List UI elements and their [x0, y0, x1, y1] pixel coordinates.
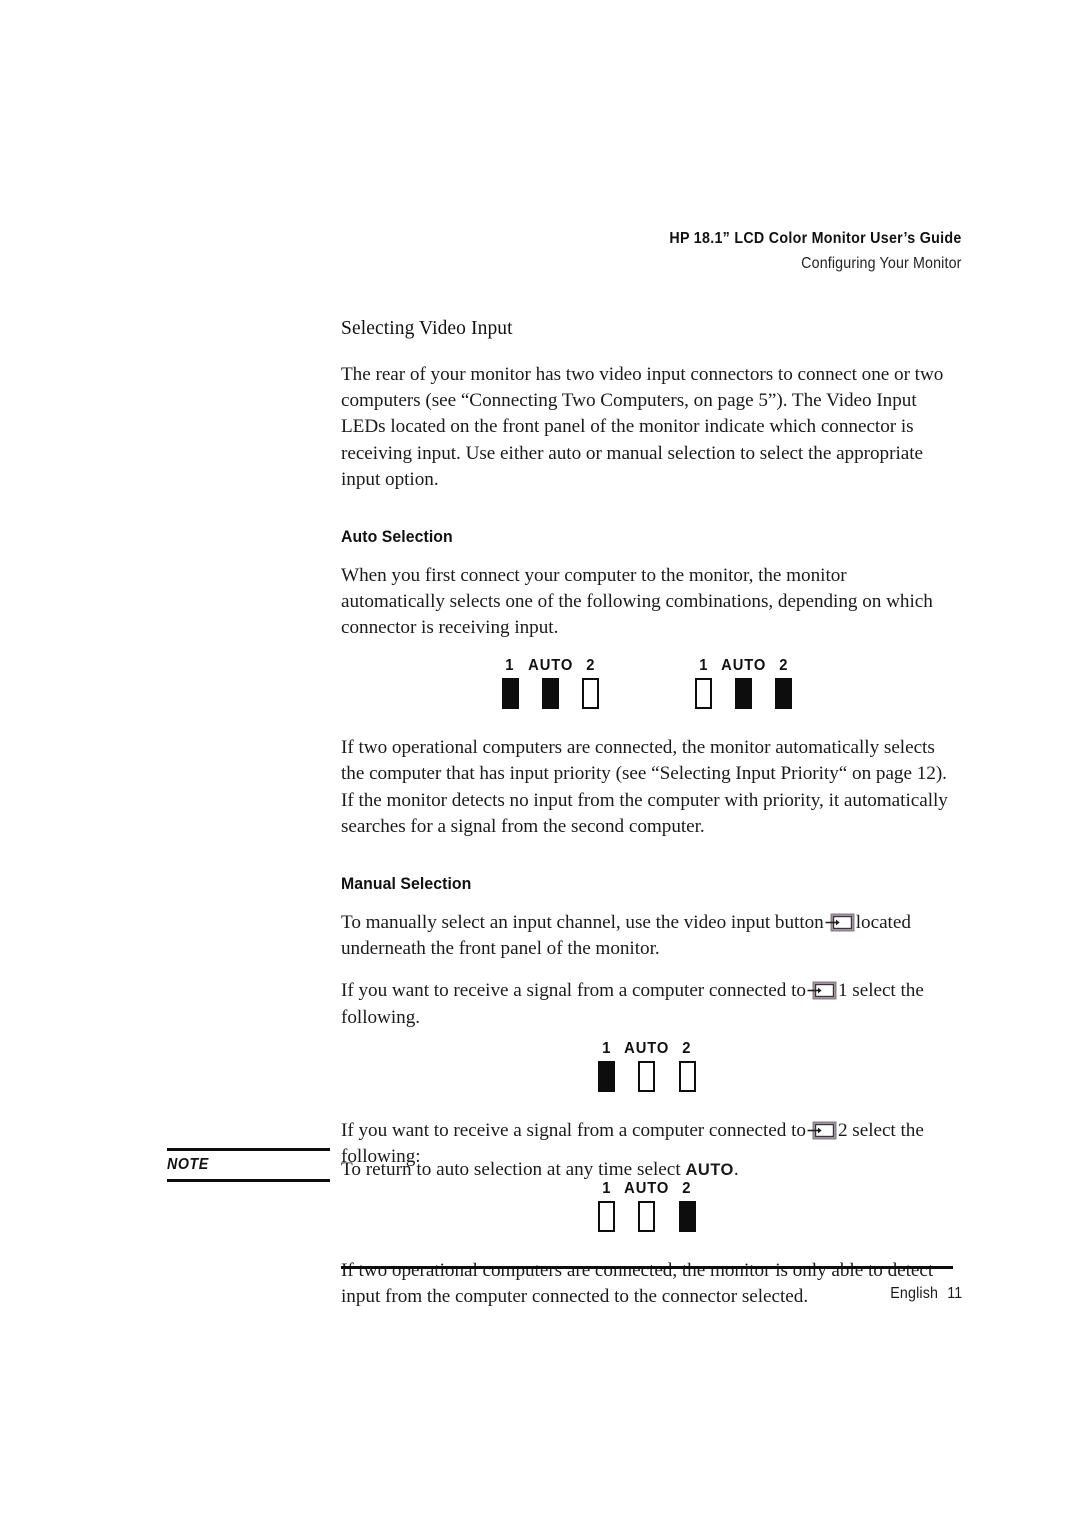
led-label-2: 2 — [779, 656, 789, 674]
led-diagram-auto-combination-a: 1 AUTO 2 — [501, 656, 599, 710]
led-indicator-auto — [638, 1061, 656, 1093]
led-indicator-1 — [598, 1201, 616, 1233]
note-text-after: . — [733, 1159, 739, 1180]
led-cell-1: 1 — [501, 656, 519, 710]
led-indicator-1 — [695, 678, 712, 710]
led-label-auto: AUTO — [624, 1039, 670, 1057]
note-callout: NOTE — [167, 1148, 330, 1183]
video-input-connector-icon — [807, 981, 837, 1000]
led-indicator-auto — [638, 1201, 656, 1233]
led-cell-2: 2 — [678, 1181, 696, 1233]
led-indicator-1 — [598, 1061, 616, 1093]
led-cell-auto: AUTO — [527, 658, 574, 710]
intro-paragraph: The rear of your monitor has two video i… — [341, 364, 944, 490]
led-diagram-manual-connector-1: 1 AUTO 2 — [598, 1039, 696, 1093]
led-label-auto: AUTO — [527, 656, 573, 674]
led-indicator-2 — [775, 678, 793, 710]
led-indicator-auto — [541, 678, 559, 710]
manual-connector-1-led-diagram-row: 1 AUTO 2 — [341, 1041, 953, 1093]
note-rule-bottom — [167, 1179, 330, 1183]
video-input-connector-icon — [807, 1121, 837, 1140]
note-text-before: To return to auto selection at any time … — [341, 1159, 681, 1180]
auto-selection-paragraph-1: When you first connect your computer to … — [341, 565, 933, 639]
manual-paragraph-1-text-before: To manually select an input channel, use… — [341, 911, 824, 933]
page-header: HP 18.1” LCD Color Monitor User’s Guide … — [644, 228, 962, 275]
footer-language: English — [889, 1285, 938, 1302]
auto-selection-paragraph-2: If two operational computers are connect… — [341, 737, 948, 837]
auto-selection-heading: Auto Selection — [341, 527, 453, 547]
manual-selection-heading: Manual Selection — [341, 873, 472, 893]
led-cell-auto: AUTO — [720, 658, 767, 710]
led-label-2: 2 — [682, 1039, 692, 1057]
led-indicator-2 — [678, 1201, 696, 1233]
note-keyword-auto: AUTO — [685, 1161, 734, 1179]
led-cell-1: 1 — [598, 1181, 616, 1233]
header-chapter-title: Configuring Your Monitor — [801, 255, 962, 272]
led-label-auto: AUTO — [721, 656, 767, 674]
manual-paragraph-3-text-before: If you want to receive a signal from a c… — [341, 1120, 806, 1142]
footer-rule — [341, 1266, 953, 1269]
page-footer: English 11 — [890, 1285, 962, 1303]
auto-selection-led-diagrams: 1 AUTO 2 1 AUTO 2 — [341, 658, 953, 710]
led-label-2: 2 — [585, 656, 596, 674]
led-cell-1: 1 — [695, 658, 712, 710]
manual-connector-2-led-diagram-row: 1 AUTO 2 — [341, 1181, 953, 1233]
manual-paragraph-3-connector-number: 2 — [837, 1120, 848, 1142]
page-title: Selecting Video Input — [341, 318, 513, 339]
manual-paragraph-2-text-before: If you want to receive a signal from a c… — [341, 980, 806, 1002]
led-label-1: 1 — [698, 656, 709, 674]
note-label: NOTE — [167, 1156, 209, 1173]
led-indicator-1 — [501, 678, 519, 710]
manual-paragraph-2-connector-number: 1 — [837, 980, 848, 1002]
led-cell-1: 1 — [598, 1039, 616, 1093]
led-diagram-manual-connector-2: 1 AUTO 2 — [598, 1181, 696, 1233]
footer-page-number: 11 — [946, 1285, 962, 1302]
document-page: HP 18.1” LCD Color Monitor User’s Guide … — [0, 0, 1080, 1528]
led-label-1: 1 — [505, 656, 515, 674]
led-cell-auto: AUTO — [623, 1041, 670, 1093]
led-indicator-auto — [735, 678, 753, 710]
video-input-connector-icon — [825, 913, 855, 932]
note-text: To return to auto selection at any time … — [341, 1157, 953, 1183]
manual-selection-paragraph-2: If you want to receive a signal from a c… — [341, 978, 953, 1030]
led-diagram-auto-combination-b: 1 AUTO 2 — [695, 656, 793, 710]
led-cell-auto: AUTO — [623, 1181, 670, 1233]
led-cell-2: 2 — [582, 658, 599, 710]
led-cell-2: 2 — [775, 656, 793, 710]
manual-selection-paragraph-1: To manually select an input channel, use… — [341, 910, 953, 962]
led-indicator-2 — [582, 678, 599, 710]
led-indicator-2 — [678, 1061, 696, 1093]
led-label-1: 1 — [602, 1039, 612, 1057]
led-cell-2: 2 — [678, 1039, 696, 1093]
header-guide-title: HP 18.1” LCD Color Monitor User’s Guide — [669, 230, 962, 247]
